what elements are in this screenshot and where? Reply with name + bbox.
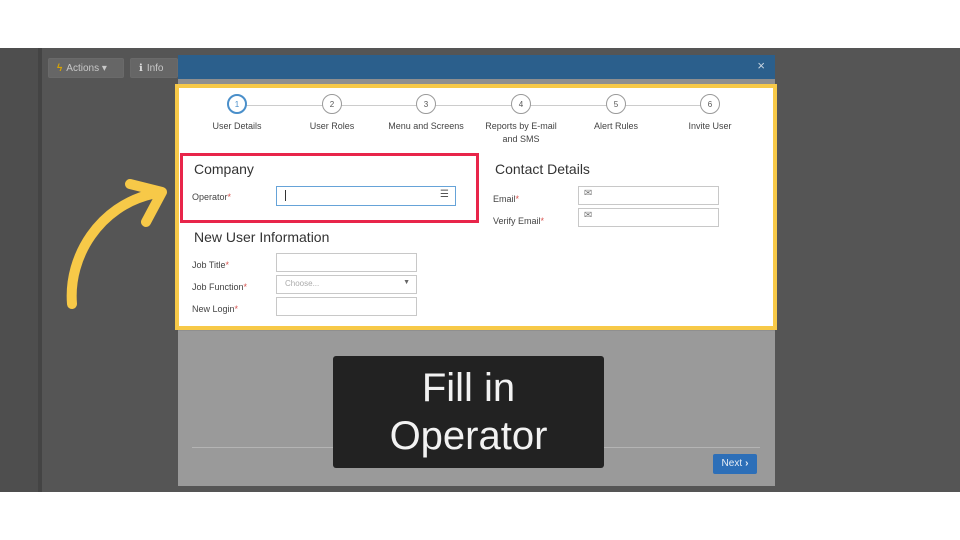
- background-sidebar: [0, 48, 42, 492]
- new-login-label: New Login*: [192, 304, 239, 314]
- info-label: Info: [146, 63, 164, 74]
- curved-arrow-icon: [66, 179, 167, 309]
- envelope-icon: ✉: [584, 210, 593, 221]
- step-label: User Roles: [309, 121, 355, 131]
- envelope-icon: ✉: [584, 188, 593, 199]
- instruction-caption: Fill in Operator: [333, 356, 604, 468]
- caret-down-icon: ▼: [403, 279, 410, 286]
- step-number: 5: [606, 94, 626, 114]
- wizard-step-user-details[interactable]: 1 User Details: [187, 94, 287, 133]
- step-number: 4: [511, 94, 531, 114]
- modal-header: ×: [178, 55, 775, 79]
- email-input[interactable]: ✉: [578, 186, 719, 205]
- contact-section-title: Contact Details: [495, 161, 590, 177]
- next-label: Next: [721, 458, 743, 469]
- actions-label: Actions: [66, 63, 100, 74]
- verify-email-label: Verify Email*: [493, 216, 545, 226]
- step-label: Reports by E-mail and SMS: [485, 121, 557, 144]
- actions-button[interactable]: ϟ Actions ▾: [48, 58, 124, 78]
- wizard-step-menu-and-screens[interactable]: 3 Menu and Screens: [376, 94, 476, 133]
- step-label: User Details: [212, 121, 262, 131]
- step-number: 2: [322, 94, 342, 114]
- wizard-step-user-roles[interactable]: 2 User Roles: [282, 94, 382, 133]
- info-button[interactable]: ℹ Info: [130, 58, 178, 78]
- email-label: Email*: [493, 194, 520, 204]
- wizard-step-alert-rules[interactable]: 5 Alert Rules: [566, 94, 666, 133]
- caption-text: Fill in Operator: [389, 366, 548, 458]
- next-button[interactable]: Next ›: [713, 454, 757, 474]
- step-number: 1: [227, 94, 247, 114]
- job-function-select[interactable]: Choose... ▼: [276, 275, 417, 294]
- wizard-step-reports[interactable]: 4 Reports by E-mail and SMS: [471, 94, 571, 146]
- info-icon: ℹ: [139, 63, 143, 74]
- chevron-right-icon: ›: [745, 458, 749, 469]
- bolt-icon: ϟ: [57, 63, 63, 74]
- job-function-placeholder: Choose...: [285, 279, 320, 288]
- step-label: Invite User: [688, 121, 732, 131]
- step-label: Alert Rules: [593, 121, 638, 131]
- step-number: 3: [416, 94, 436, 114]
- step-label: Menu and Screens: [388, 121, 464, 131]
- step-number: 6: [700, 94, 720, 114]
- company-highlight-box: [180, 153, 479, 223]
- verify-email-input[interactable]: ✉: [578, 208, 719, 227]
- caret-down-icon: ▾: [101, 63, 107, 74]
- close-icon[interactable]: ×: [757, 59, 765, 73]
- job-title-label: Job Title*: [192, 260, 230, 270]
- job-title-input[interactable]: [276, 253, 417, 272]
- new-user-section-title: New User Information: [194, 229, 330, 245]
- new-login-input[interactable]: [276, 297, 417, 316]
- wizard-step-invite-user[interactable]: 6 Invite User: [660, 94, 760, 133]
- job-function-label: Job Function*: [192, 282, 248, 292]
